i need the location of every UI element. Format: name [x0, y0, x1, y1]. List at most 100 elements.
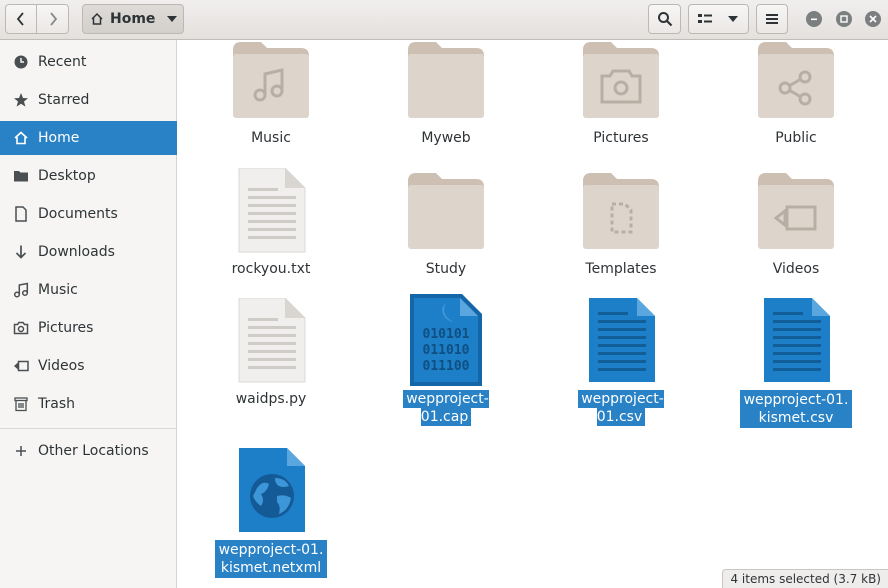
search-button[interactable]	[648, 4, 681, 34]
list-view-icon	[698, 14, 712, 23]
sidebar-item-label: Trash	[38, 396, 75, 412]
home-icon	[91, 12, 103, 25]
binary-line: 011100	[423, 359, 470, 374]
search-icon	[657, 12, 672, 27]
chevron-left-icon	[16, 12, 24, 26]
file-name: wepproject-01.cap	[381, 390, 511, 426]
back-button[interactable]	[5, 4, 37, 34]
file-item[interactable]: Music	[206, 40, 336, 160]
file-name: wepproject-01. kismet.csv	[731, 390, 861, 428]
video-icon	[13, 358, 29, 374]
clock-icon	[13, 54, 29, 70]
status-selection: 4 items selected (3.7 kB)	[722, 569, 888, 588]
sidebar-item-pictures[interactable]: Pictures	[0, 311, 177, 345]
maximize-button[interactable]	[836, 11, 852, 27]
templates-folder-icon	[556, 171, 686, 251]
document-icon	[13, 206, 29, 222]
sidebar-item-starred[interactable]: Starred	[0, 83, 177, 117]
file-item[interactable]: Pictures	[556, 40, 686, 160]
close-icon	[869, 15, 877, 23]
file-name: Pictures	[593, 130, 649, 146]
file-item[interactable]: Myweb	[381, 40, 511, 160]
file-grid: Music Myweb Pictures Public rockyou.txt …	[178, 40, 888, 588]
hamburger-menu-icon	[766, 14, 778, 24]
binary-file-icon: 010101 011010 011100	[381, 292, 511, 388]
folder-icon	[381, 40, 511, 120]
file-item-selected[interactable]: wepproject-01. kismet.csv	[731, 298, 861, 428]
file-name: Myweb	[421, 130, 471, 146]
close-button[interactable]	[865, 11, 881, 27]
camera-icon	[13, 320, 29, 336]
file-name: waidps.py	[235, 391, 307, 407]
sidebar-separator	[0, 428, 177, 429]
file-item-selected[interactable]: wepproject-01.csv	[556, 298, 686, 426]
forward-button[interactable]	[37, 4, 69, 34]
sidebar-item-music[interactable]: Music	[0, 273, 177, 307]
binary-line: 010101	[423, 327, 470, 342]
folder-icon	[381, 171, 511, 251]
minimize-button[interactable]	[806, 11, 822, 27]
sidebar-item-label: Home	[38, 130, 80, 146]
sidebar-item-label: Pictures	[38, 320, 94, 336]
file-item[interactable]: Study	[381, 168, 511, 288]
file-item[interactable]: Public	[731, 40, 861, 160]
path-label: Home	[110, 11, 156, 27]
sidebar-item-label: Videos	[38, 358, 85, 374]
music-icon	[13, 282, 29, 298]
binary-line: 011010	[423, 343, 470, 358]
file-name: Public	[775, 130, 817, 146]
path-bar-home-button[interactable]: Home	[82, 4, 184, 34]
text-file-icon	[206, 168, 336, 256]
star-icon	[13, 92, 29, 108]
file-name: wepproject-01.csv	[556, 390, 686, 426]
trash-icon	[13, 396, 29, 412]
web-file-icon	[206, 448, 336, 536]
file-item[interactable]: waidps.py	[206, 298, 336, 418]
file-name: Study	[425, 261, 467, 277]
maximize-icon	[840, 15, 848, 23]
file-item-selected[interactable]: 010101 011010 011100 wepproject-01.cap	[381, 292, 511, 426]
chevron-down-icon	[728, 16, 738, 22]
spreadsheet-file-icon	[731, 298, 861, 386]
sidebar-item-documents[interactable]: Documents	[0, 197, 177, 231]
file-name: Videos	[772, 261, 820, 277]
chevron-down-icon	[167, 16, 178, 22]
folder-icon	[13, 168, 29, 184]
plus-icon	[13, 443, 29, 459]
sidebar-item-label: Starred	[38, 92, 90, 108]
file-item[interactable]: Videos	[731, 168, 861, 288]
sidebar-item-desktop[interactable]: Desktop	[0, 159, 177, 193]
file-name: rockyou.txt	[231, 261, 311, 277]
sidebar-item-home[interactable]: Home	[0, 121, 177, 155]
download-icon	[13, 244, 29, 260]
sidebar: Recent Starred Home Desktop Documents Do…	[0, 40, 177, 588]
file-item[interactable]: rockyou.txt	[206, 168, 336, 288]
file-item-selected[interactable]: wepproject-01. kismet.netxml	[206, 448, 336, 583]
file-name: Templates	[585, 261, 657, 277]
menu-button[interactable]	[756, 4, 788, 34]
sidebar-item-trash[interactable]: Trash	[0, 387, 177, 421]
chevron-right-icon	[49, 12, 57, 26]
file-name: wepproject-01. kismet.netxml	[206, 540, 336, 578]
nav-buttons	[5, 4, 69, 34]
pictures-folder-icon	[556, 40, 686, 120]
file-name: Music	[251, 130, 291, 146]
sidebar-item-recent[interactable]: Recent	[0, 45, 177, 79]
view-options-button[interactable]	[688, 4, 749, 34]
sidebar-item-label: Music	[38, 282, 78, 298]
minimize-icon	[811, 18, 817, 21]
sidebar-item-videos[interactable]: Videos	[0, 349, 177, 383]
sidebar-item-label: Desktop	[38, 168, 96, 184]
sidebar-item-other-locations[interactable]: Other Locations	[0, 434, 177, 468]
sidebar-item-label: Other Locations	[38, 443, 149, 459]
videos-folder-icon	[731, 171, 861, 251]
spreadsheet-file-icon	[556, 298, 686, 386]
music-folder-icon	[206, 40, 336, 120]
home-icon	[13, 130, 29, 146]
public-folder-icon	[731, 40, 861, 120]
sidebar-item-label: Recent	[38, 54, 87, 70]
file-item[interactable]: Templates	[556, 168, 686, 288]
text-file-icon	[206, 298, 336, 386]
sidebar-item-downloads[interactable]: Downloads	[0, 235, 177, 269]
header-bar: Home	[0, 0, 888, 40]
